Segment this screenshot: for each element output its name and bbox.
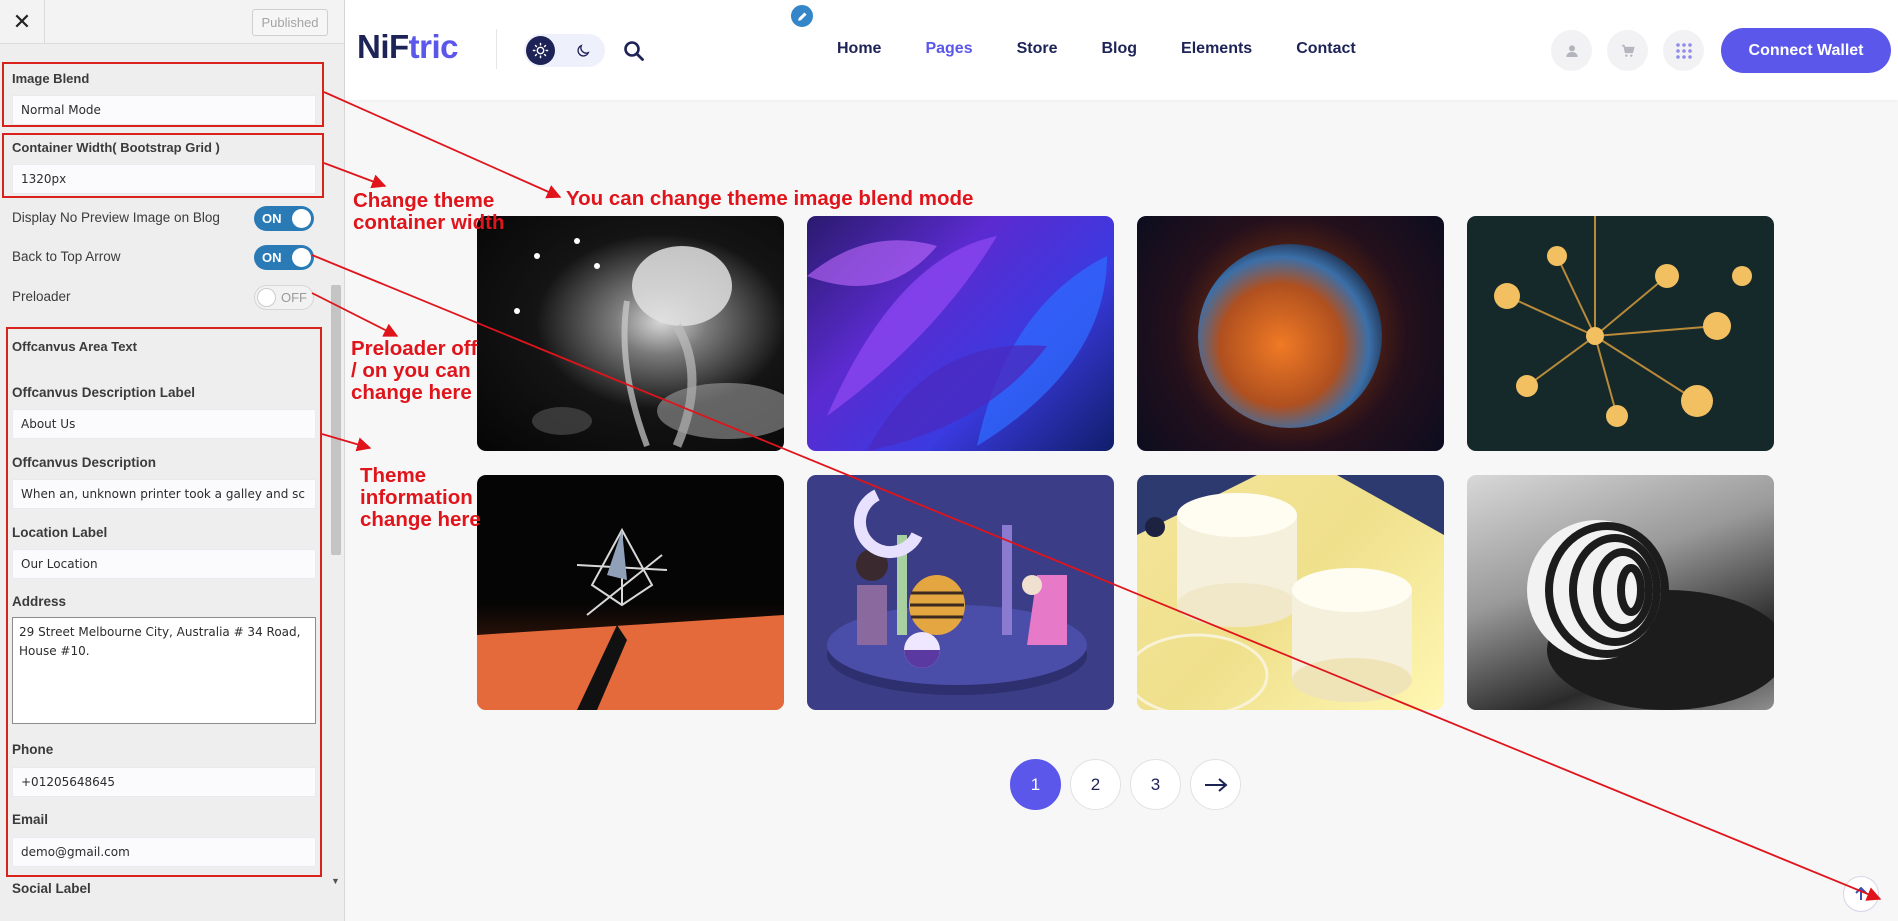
toggle-knob — [257, 288, 276, 307]
connect-wallet-button[interactable]: Connect Wallet — [1721, 28, 1891, 73]
arrow-up-icon — [1855, 887, 1867, 900]
planet-art — [1198, 244, 1382, 428]
leaves-art — [807, 236, 1107, 451]
back-to-top-button[interactable] — [1843, 876, 1879, 912]
gallery-image-striped-sphere[interactable] — [1467, 475, 1774, 710]
gallery-image-leaves[interactable] — [807, 216, 1114, 451]
nav-store[interactable]: Store — [1017, 40, 1058, 58]
ethereum-art — [477, 527, 784, 710]
site-header: NiFtric Home Pages Store Blog Elements C… — [345, 0, 1898, 100]
preloader-label: Preloader — [12, 289, 71, 304]
annotation-container-width: Change theme container width — [353, 189, 505, 234]
page-3-button[interactable]: 3 — [1130, 759, 1181, 810]
logo-accent: tric — [408, 28, 459, 65]
apps-grid-icon[interactable] — [1663, 30, 1704, 71]
nav-contact[interactable]: Contact — [1296, 40, 1356, 58]
toggle-state: ON — [262, 211, 282, 226]
nav-elements[interactable]: Elements — [1181, 40, 1252, 58]
nav-home[interactable]: Home — [837, 40, 881, 58]
toggle-knob — [292, 209, 311, 228]
page-1-button[interactable]: 1 — [1010, 759, 1061, 810]
toggle-state: OFF — [281, 290, 307, 305]
gallery-image-ethereum[interactable] — [477, 475, 784, 710]
cylinders-art — [1137, 475, 1444, 710]
sun-icon[interactable] — [526, 36, 555, 65]
3d-scene-art — [827, 489, 1087, 695]
sidebar-scrollbar[interactable] — [331, 285, 341, 555]
page-2-button[interactable]: 2 — [1070, 759, 1121, 810]
theme-switch[interactable] — [524, 34, 605, 67]
nav-pages[interactable]: Pages — [925, 40, 972, 58]
customizer-sidebar: ✕ Published Image Blend Normal Mode Cont… — [0, 0, 345, 921]
close-customizer-button[interactable]: ✕ — [0, 0, 45, 44]
customizer-topbar: ✕ Published — [0, 0, 344, 44]
toggle-state: ON — [262, 250, 282, 265]
highlight-offcanvas-area — [6, 327, 322, 877]
moon-icon[interactable] — [572, 40, 594, 62]
social-label-label: Social Label — [12, 881, 91, 896]
site-logo[interactable]: NiFtric — [357, 28, 459, 66]
gallery-image-chandelier[interactable] — [1467, 216, 1774, 451]
no-preview-image-toggle[interactable]: ON — [254, 206, 314, 231]
edit-pencil-icon[interactable] — [789, 3, 815, 29]
highlight-container-width — [2, 133, 324, 198]
annotation-theme-info: Theme information change here — [360, 464, 481, 531]
user-icon[interactable] — [1551, 30, 1592, 71]
gallery-image-cylinders[interactable] — [1137, 475, 1444, 710]
gallery-image-jellyfish[interactable] — [477, 216, 784, 451]
scroll-down-arrow-icon[interactable]: ▼ — [331, 876, 340, 886]
arrow-right-icon — [1204, 777, 1228, 792]
striped-sphere-art — [1527, 520, 1774, 710]
main-nav: Home Pages Store Blog Elements Contact — [837, 40, 1400, 58]
toggle-knob — [292, 248, 311, 267]
cart-icon[interactable] — [1607, 30, 1648, 71]
nav-blog[interactable]: Blog — [1102, 40, 1138, 58]
next-page-button[interactable] — [1190, 759, 1241, 810]
published-button[interactable]: Published — [252, 9, 328, 36]
logo-divider — [496, 29, 497, 69]
back-to-top-label: Back to Top Arrow — [12, 249, 121, 264]
gallery-image-3d-scene[interactable] — [807, 475, 1114, 710]
highlight-image-blend — [2, 62, 324, 127]
preloader-toggle[interactable]: OFF — [254, 285, 314, 310]
annotation-blend-mode: You can change theme image blend mode — [566, 187, 974, 210]
chandelier-art — [1494, 216, 1752, 427]
no-preview-image-label: Display No Preview Image on Blog — [12, 210, 220, 225]
logo-main: NiF — [357, 28, 409, 65]
annotation-preloader: Preloader off / on you can change here — [351, 337, 478, 404]
gallery-image-planet[interactable] — [1137, 216, 1444, 451]
jellyfish-art — [514, 238, 784, 448]
back-to-top-toggle[interactable]: ON — [254, 245, 314, 270]
search-icon[interactable] — [622, 39, 646, 63]
